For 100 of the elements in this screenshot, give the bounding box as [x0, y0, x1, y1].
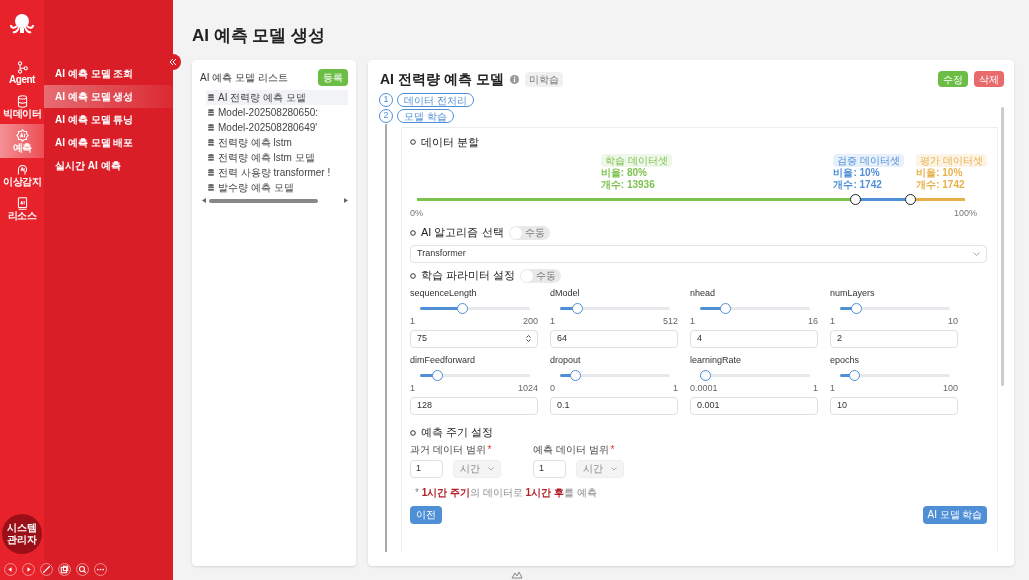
- param-label: numLayers: [830, 286, 875, 299]
- rail-item[interactable]: 리소스: [0, 192, 44, 226]
- model-list-item[interactable]: 전력량 예측 lstm 모델: [206, 150, 348, 165]
- section-heading: AI 알고리즘 선택: [421, 225, 504, 241]
- number-input[interactable]: 64: [550, 329, 678, 348]
- dataset-tag: 평가 데이터셋: [916, 154, 987, 167]
- back-icon[interactable]: [4, 563, 17, 576]
- model-list-item[interactable]: 전력량 예측 lstm: [206, 135, 348, 150]
- max-value: 1024: [517, 382, 538, 393]
- param-label: dropout: [550, 353, 581, 366]
- param-label: dimFeedforward: [410, 353, 476, 366]
- user-badge[interactable]: 시스템 관리자: [2, 514, 42, 554]
- number-input[interactable]: 75: [410, 329, 538, 348]
- number-input[interactable]: 1: [410, 459, 443, 478]
- branch-icon: [15, 61, 29, 74]
- slider-track[interactable]: [700, 302, 810, 314]
- rail-item[interactable]: 예측: [0, 124, 44, 158]
- model-list-item[interactable]: AI 전력량 예측 모델: [206, 90, 348, 105]
- slider-track[interactable]: [840, 369, 950, 381]
- model-list-item[interactable]: 전력 사용량 transformer !: [206, 165, 348, 180]
- slider-thumb[interactable]: [456, 302, 468, 314]
- slider-thumb[interactable]: [571, 302, 583, 314]
- slider-thumb[interactable]: [431, 369, 443, 381]
- submenu-item[interactable]: AI 예측 모델 생성: [44, 85, 173, 108]
- number-input[interactable]: 4: [690, 329, 818, 348]
- database-icon: [208, 184, 214, 191]
- model-list-item[interactable]: 발수량 예측 모델: [206, 180, 348, 195]
- number-input[interactable]: 10: [830, 396, 958, 415]
- manual-toggle[interactable]: 수동: [520, 268, 562, 283]
- more-icon[interactable]: [94, 563, 107, 576]
- step-number: 1: [379, 93, 393, 107]
- delete-button[interactable]: 삭제: [974, 71, 1004, 87]
- database-icon: [15, 95, 29, 108]
- rail-item[interactable]: Agent: [0, 56, 44, 90]
- slider-thumb[interactable]: [848, 369, 860, 381]
- slider-track[interactable]: [560, 302, 670, 314]
- split-range-slider[interactable]: [417, 194, 965, 205]
- page-title: AI 예측 모델 생성: [192, 25, 326, 47]
- database-icon: [208, 124, 214, 131]
- number-input[interactable]: 2: [830, 329, 958, 348]
- min-label: 0%: [410, 207, 423, 220]
- mountain-icon[interactable]: [511, 571, 523, 579]
- scroll-left-icon[interactable]: [202, 198, 206, 203]
- number-input[interactable]: 1: [533, 459, 566, 478]
- number-input[interactable]: 0.1: [550, 396, 678, 415]
- number-input[interactable]: 0.001: [690, 396, 818, 415]
- algorithm-select[interactable]: Transformer: [410, 244, 987, 263]
- max-value: 1: [813, 382, 818, 393]
- previous-button[interactable]: 이전: [410, 505, 442, 524]
- train-model-button[interactable]: AI 모델 학습: [923, 505, 987, 524]
- max-value: 100: [942, 382, 958, 393]
- param-label: dModel: [550, 286, 580, 299]
- unit-select[interactable]: 시간: [453, 459, 501, 478]
- slider-track[interactable]: [420, 302, 530, 314]
- number-input[interactable]: 128: [410, 396, 538, 415]
- search-icon[interactable]: [76, 563, 89, 576]
- max-value: 512: [662, 315, 678, 326]
- model-list-item[interactable]: Model-202508280650:: [206, 105, 348, 120]
- slider-thumb[interactable]: [569, 369, 581, 381]
- slider-thumb[interactable]: [719, 302, 731, 314]
- info-icon[interactable]: [509, 74, 519, 84]
- required-mark: *: [610, 442, 615, 457]
- max-value: 10: [948, 315, 958, 326]
- model-title: AI 전력량 예측 모델: [380, 69, 504, 89]
- slider-track[interactable]: [560, 369, 670, 381]
- horizontal-scrollbar[interactable]: [208, 198, 319, 203]
- submenu-item[interactable]: AI 예측 모델 조회: [44, 62, 173, 85]
- chevron-down-icon: [973, 251, 980, 256]
- scroll-right-icon[interactable]: [344, 198, 348, 203]
- forward-icon[interactable]: [22, 563, 35, 576]
- dataset-tag: 학습 데이터셋: [600, 154, 672, 167]
- model-list-item[interactable]: Model-202508280649': [206, 120, 348, 135]
- split-handle[interactable]: [904, 194, 916, 205]
- slider-thumb[interactable]: [850, 302, 862, 314]
- slider-track[interactable]: [420, 369, 530, 381]
- ratio-text: 비율: 10%: [916, 167, 963, 179]
- slider-track[interactable]: [700, 369, 810, 381]
- copy-icon[interactable]: [58, 563, 71, 576]
- manual-toggle[interactable]: 수동: [508, 225, 550, 240]
- unit-select[interactable]: 시간: [576, 459, 624, 478]
- database-icon: [208, 154, 214, 161]
- rail-item[interactable]: 빅데이터: [0, 90, 44, 124]
- required-mark: *: [487, 442, 492, 457]
- database-icon: [208, 94, 214, 101]
- min-value: 1: [830, 382, 835, 393]
- ratio-text: 비율: 80%: [600, 167, 647, 179]
- split-handle[interactable]: [849, 194, 861, 205]
- database-icon: [208, 139, 214, 146]
- slider-track[interactable]: [840, 302, 950, 314]
- submenu-item[interactable]: AI 예측 모델 배포: [44, 131, 173, 154]
- rail-item[interactable]: 이상감지: [0, 158, 44, 192]
- slider-thumb[interactable]: [700, 369, 711, 381]
- param-label: epochs: [830, 353, 860, 366]
- submenu-item[interactable]: 실시간 AI 예측: [44, 154, 173, 177]
- section-heading: 데이터 분할: [421, 134, 480, 150]
- vertical-scrollbar[interactable]: [1001, 107, 1004, 386]
- max-value: 16: [808, 315, 818, 326]
- pen-icon[interactable]: [40, 563, 53, 576]
- count-text: 개수: 13936: [600, 179, 655, 191]
- submenu-item[interactable]: AI 예측 모델 튜닝: [44, 108, 173, 131]
